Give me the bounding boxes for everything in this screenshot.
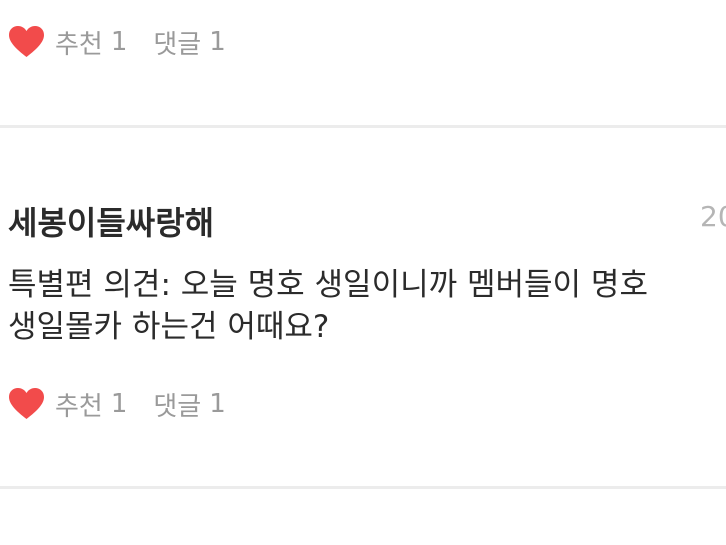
- comment-count: 1: [209, 389, 226, 419]
- divider: [0, 125, 726, 128]
- like-count: 1: [110, 27, 128, 57]
- post-body[interactable]: 특별편 의견: 오늘 명호 생일이니까 멤버들이 명호 생일몰카 하는건 어때요…: [8, 264, 726, 348]
- post-author[interactable]: 세봉이들싸랑해: [8, 198, 214, 244]
- like-count: 1: [110, 389, 128, 419]
- post-body-line-1: 특별편 의견: 오늘 명호 생일이니까 멤버들이 명호: [8, 267, 648, 303]
- post-stats: 추천 1 댓글 1: [8, 384, 226, 424]
- post-body-line-2: 생일몰카 하는건 어때요?: [8, 309, 330, 345]
- like-label[interactable]: 추천: [55, 386, 103, 423]
- previous-post-stats: 추천 1 댓글 1: [8, 22, 226, 62]
- comment-count: 1: [209, 27, 226, 57]
- heart-icon[interactable]: [8, 387, 45, 421]
- post-date: 20: [700, 200, 726, 233]
- comment-label[interactable]: 댓글: [153, 386, 201, 423]
- heart-icon[interactable]: [8, 25, 45, 59]
- divider: [0, 486, 726, 489]
- like-label[interactable]: 추천: [55, 24, 103, 61]
- comment-label[interactable]: 댓글: [153, 24, 201, 61]
